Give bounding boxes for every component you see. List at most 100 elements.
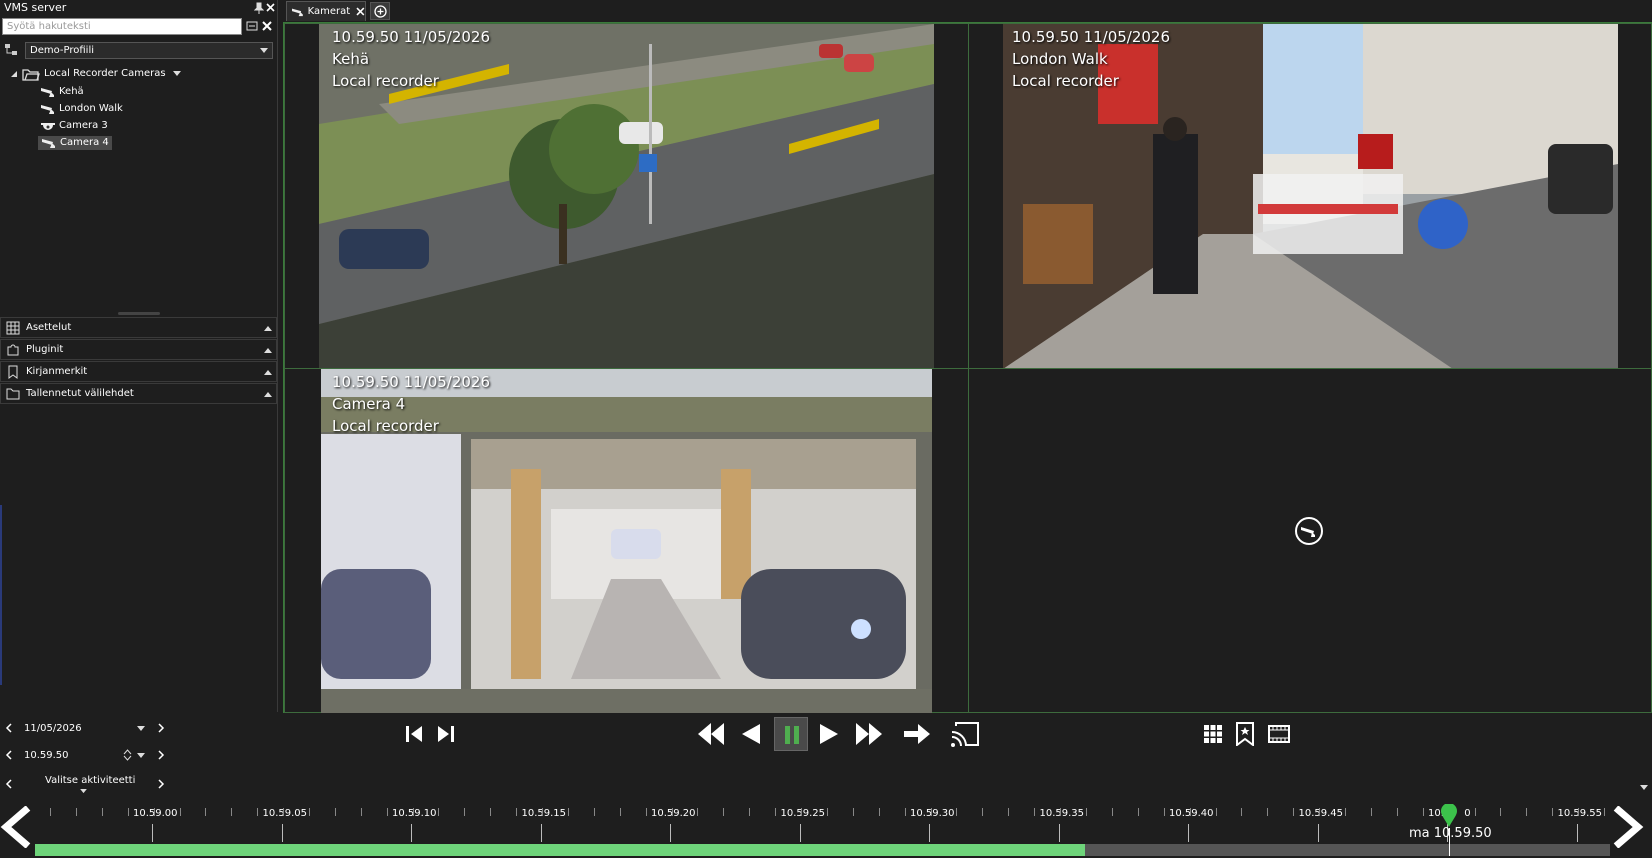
timeline-minor-tick <box>697 808 698 816</box>
camera-source: Local recorder <box>1012 72 1119 90</box>
video-cell-camera-4[interactable]: 10.59.50 11/05/2026 Camera 4 Local recor… <box>284 368 969 713</box>
tree-item-london-walk[interactable]: London Walk <box>40 100 123 117</box>
date-next-icon[interactable] <box>156 723 166 733</box>
time-field[interactable]: 10.59.50 <box>24 750 69 761</box>
left-panel: VMS server Syötä hakuteksti Demo-Profiil… <box>0 0 278 712</box>
splitter-handle[interactable] <box>118 312 160 315</box>
time-prev-icon[interactable] <box>4 750 14 760</box>
tree-item-camera-4[interactable]: Camera 4 <box>38 134 112 151</box>
timeline-minor-tick <box>1552 808 1553 816</box>
folder-icon <box>6 388 20 399</box>
activity-dropdown-icon[interactable] <box>80 789 87 794</box>
section-asettelut[interactable]: Asettelut <box>0 317 277 338</box>
timeline-minor-tick <box>50 808 51 816</box>
timeline-tick-label: 10.59.15 <box>521 808 567 819</box>
profile-select[interactable]: Demo-Profiili <box>25 42 273 59</box>
timeline-major-tick <box>929 824 930 842</box>
timeline-minor-tick <box>931 808 932 816</box>
pause-button[interactable] <box>774 717 808 751</box>
close-panel-icon[interactable] <box>266 3 275 12</box>
close-tab-icon[interactable] <box>356 7 365 16</box>
activity-next-icon[interactable] <box>156 779 166 789</box>
search-input[interactable]: Syötä hakuteksti <box>2 18 242 35</box>
timeline-minor-tick <box>231 808 232 816</box>
date-dropdown-icon[interactable] <box>137 726 145 732</box>
cast-icon[interactable] <box>950 720 980 748</box>
video-cell-empty[interactable] <box>968 368 1652 713</box>
timeline-minor-tick <box>801 808 802 816</box>
play-icon[interactable] <box>818 722 840 746</box>
timeline-forward-icon[interactable] <box>1610 806 1644 848</box>
video-cell-keha[interactable]: 10.59.50 11/05/2026 Kehä Local recorder <box>284 23 969 369</box>
play-reverse-icon[interactable] <box>740 722 762 746</box>
timeline-minor-tick <box>1500 808 1501 816</box>
left-edge-indicator <box>0 505 2 685</box>
time-dropdown-icon[interactable] <box>137 753 145 759</box>
panel-title: VMS server <box>4 1 67 14</box>
playhead-marker-icon[interactable] <box>1440 804 1458 828</box>
rewind-icon[interactable] <box>696 721 726 747</box>
film-strip-icon[interactable] <box>1268 724 1290 744</box>
date-field[interactable]: 11/05/2026 <box>24 723 82 734</box>
tree-item-selected: Camera 4 <box>38 135 112 150</box>
timeline-minor-tick <box>102 808 103 816</box>
timeline-minor-tick <box>361 808 362 816</box>
tree-item-keha[interactable]: Kehä <box>40 83 84 100</box>
pin-icon[interactable] <box>254 2 264 14</box>
folder-open-icon <box>22 68 40 81</box>
section-pluginit[interactable]: Pluginit <box>0 339 277 360</box>
section-label: Tallennetut välilehdet <box>26 388 134 399</box>
section-tallennetut[interactable]: Tallennetut välilehdet <box>0 383 277 404</box>
timeline-minor-tick <box>283 808 284 816</box>
date-prev-icon[interactable] <box>4 723 14 733</box>
camera-overlay: 10.59.50 11/05/2026 Kehä Local recorder <box>332 26 490 92</box>
timeline-minor-tick <box>723 808 724 816</box>
search-options-icon[interactable] <box>246 20 258 32</box>
timeline-minor-tick <box>309 808 310 816</box>
section-kirjanmerkit[interactable]: Kirjanmerkit <box>0 361 277 382</box>
profile-select-value: Demo-Profiili <box>30 45 95 56</box>
timeline-minor-tick <box>1423 808 1424 816</box>
tree-root-label: Local Recorder Cameras <box>44 68 166 79</box>
tab-kamerat[interactable]: Kamerat <box>286 1 366 21</box>
timeline-minor-tick <box>128 808 129 816</box>
timeline-minor-tick <box>1319 808 1320 816</box>
timeline[interactable]: 10.59.00 10.59.05 10.59.10 10.59.15 10.59.20… <box>0 798 1652 858</box>
timeline-options-icon[interactable] <box>1640 785 1648 791</box>
timeline-minor-tick <box>413 808 414 816</box>
camera-placeholder-icon[interactable] <box>1294 516 1324 546</box>
camera-timestamp: 10.59.50 11/05/2026 <box>332 28 491 46</box>
recording-bar[interactable] <box>35 844 1085 856</box>
go-to-live-icon[interactable] <box>902 721 932 747</box>
tab-label: Kamerat <box>307 6 351 17</box>
collapse-arrow-icon <box>264 392 272 397</box>
activity-select[interactable]: Valitse aktiviteetti <box>45 775 135 786</box>
grid-layout-icon[interactable] <box>1203 724 1223 744</box>
timeline-ruler[interactable]: 10.59.00 10.59.05 10.59.10 10.59.15 10.59.20… <box>0 798 1652 844</box>
activity-prev-icon[interactable] <box>4 779 14 789</box>
timeline-back-icon[interactable] <box>0 806 34 848</box>
clear-search-icon[interactable] <box>262 21 272 31</box>
timeline-minor-tick <box>438 808 439 816</box>
step-back-icon[interactable] <box>403 723 425 745</box>
chevron-down-icon[interactable] <box>172 70 181 77</box>
timeline-minor-tick <box>1164 808 1165 816</box>
fast-forward-icon[interactable] <box>854 721 884 747</box>
time-next-icon[interactable] <box>156 750 166 760</box>
tree-item-camera-3[interactable]: Camera 3 <box>40 117 108 134</box>
video-cell-london-walk[interactable]: 10.59.50 11/05/2026 London Walk Local re… <box>968 23 1652 369</box>
timeline-minor-tick <box>672 808 673 816</box>
camera-icon <box>41 87 54 97</box>
add-bookmark-icon[interactable] <box>1235 722 1255 746</box>
time-spinner-icon[interactable] <box>123 749 132 761</box>
timeline-minor-tick <box>1034 808 1035 816</box>
timeline-tick-label: 10.59.45 <box>1298 808 1344 819</box>
add-tab-button[interactable] <box>370 2 390 20</box>
camera-icon <box>291 8 303 16</box>
timeline-tick-label: 10.59.40 <box>1169 808 1214 819</box>
timeline-tick-label: 10.59.35 <box>1039 808 1085 819</box>
tree-root[interactable]: Local Recorder Cameras <box>10 65 181 82</box>
timeline-minor-tick <box>516 808 517 816</box>
expand-icon[interactable] <box>10 70 18 78</box>
step-forward-icon[interactable] <box>435 723 457 745</box>
